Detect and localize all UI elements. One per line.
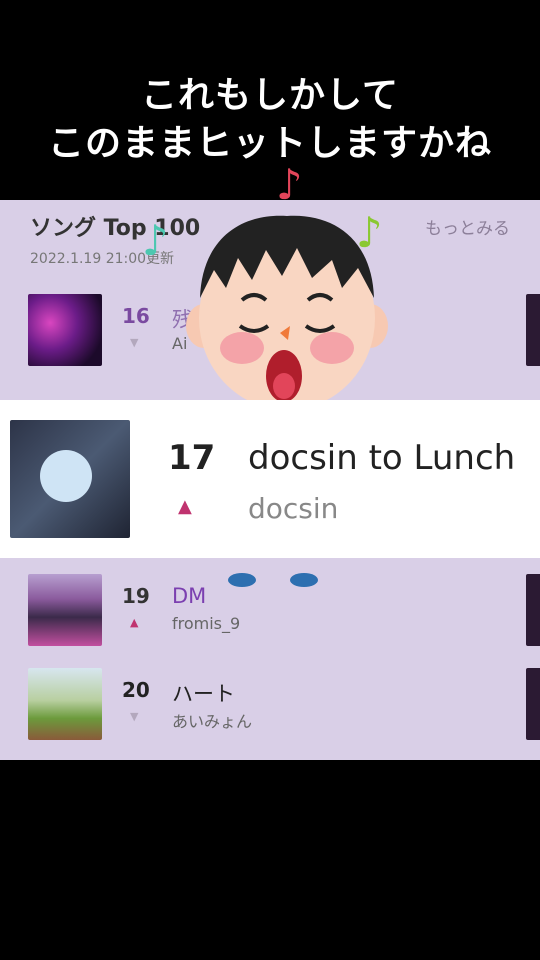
song-title: docsin to Lunch [248, 438, 516, 478]
music-note-icon: ♪ [356, 208, 383, 257]
rank-number: 17 [168, 438, 216, 478]
list-item[interactable]: 20 ▼ ハート あいみょん [0, 668, 540, 742]
album-art [28, 294, 102, 366]
caption-line-1: これもしかして [141, 75, 399, 116]
avatar [40, 450, 92, 502]
artist-name: docsin [248, 492, 339, 525]
album-art [28, 574, 102, 646]
rank-number: 20 [122, 678, 150, 702]
more-link[interactable]: もっとみる [425, 214, 510, 239]
trend-down-icon: ▼ [130, 710, 139, 723]
artist-name: あいみょん [172, 712, 253, 731]
music-note-icon: ♪ [142, 216, 169, 265]
caption: これもしかして このままヒットしますかね [0, 72, 540, 168]
album-art [10, 420, 130, 538]
chart-title: ソング Top 100 [30, 216, 201, 241]
trend-up-icon: ▲ [178, 496, 192, 517]
next-column-thumb [526, 668, 540, 740]
album-art [28, 668, 102, 740]
song-title: ハート [172, 682, 235, 706]
rank-number: 16 [122, 304, 150, 328]
next-column-thumb [526, 574, 540, 646]
artist-name: fromis_9 [172, 614, 241, 633]
trend-down-icon: ▼ [130, 336, 139, 349]
trend-up-icon: ▲ [130, 616, 139, 629]
music-note-icon: ♪ [276, 160, 303, 209]
rank-number: 19 [122, 584, 150, 608]
caption-line-2: このままヒットしますかね [47, 123, 492, 164]
highlighted-row[interactable]: 17 ▲ docsin to Lunch docsin [0, 400, 540, 558]
next-column-thumb [526, 294, 540, 366]
